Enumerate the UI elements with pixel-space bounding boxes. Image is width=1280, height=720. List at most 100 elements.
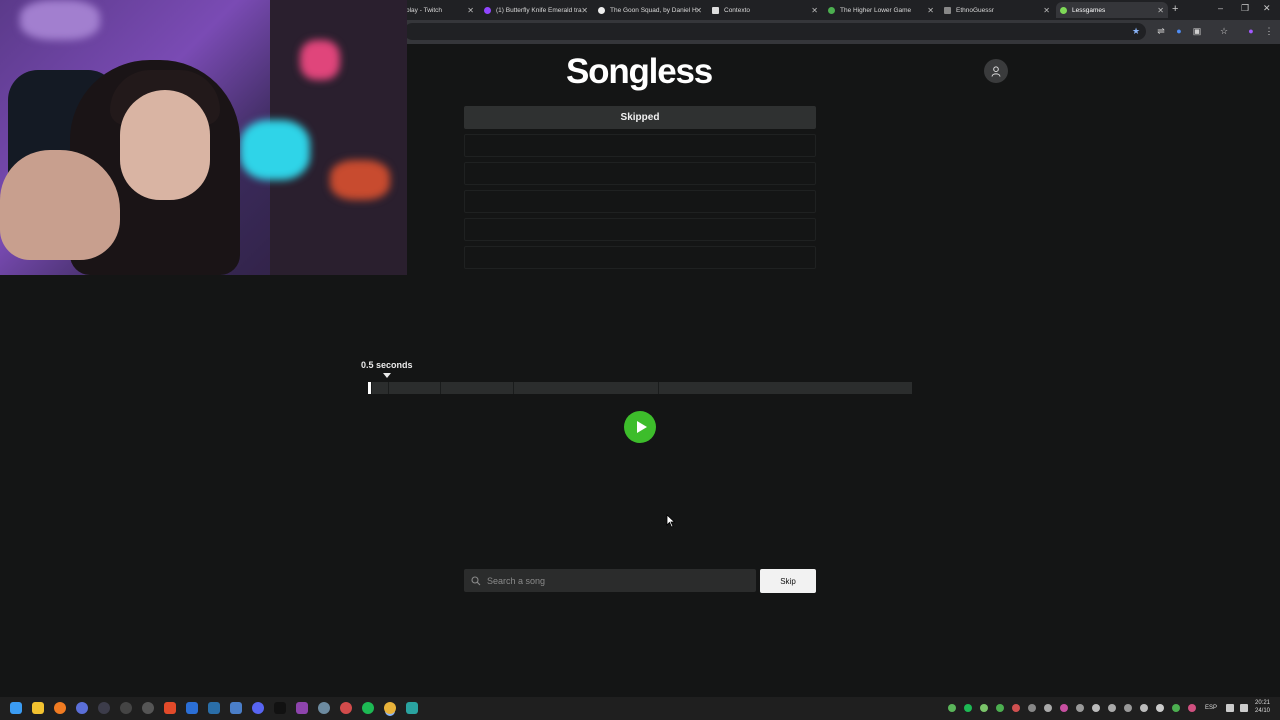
guess-row	[464, 218, 816, 241]
guess-row: Skipped	[464, 106, 816, 129]
reading-list-icon[interactable]: ☆	[1219, 26, 1229, 36]
twitch-favicon-icon	[484, 6, 491, 14]
clock-date[interactable]: 24/10	[1255, 708, 1270, 714]
ethnoguessr-favicon-icon	[944, 6, 951, 14]
tab-close-icon[interactable]: ✕	[695, 6, 702, 15]
tab-title: Contexto	[724, 6, 751, 14]
profile-avatar-icon[interactable]: ●	[1246, 26, 1256, 36]
tray-icon[interactable]	[1108, 704, 1116, 712]
tab-title: Lessgames	[1072, 6, 1106, 14]
mouse-cursor-icon	[666, 514, 676, 528]
play-button[interactable]	[624, 411, 656, 443]
app-icon[interactable]	[186, 702, 198, 714]
app-icon[interactable]	[296, 702, 308, 714]
media-icon[interactable]: ⇌	[1156, 26, 1166, 36]
app-icon[interactable]	[164, 702, 176, 714]
book-favicon-icon	[598, 6, 605, 14]
user-icon	[991, 65, 1001, 77]
tray-icon[interactable]	[1044, 704, 1052, 712]
volume-icon[interactable]	[1240, 704, 1248, 712]
search-taskbar-icon[interactable]	[54, 702, 66, 714]
url-input[interactable]	[404, 23, 1146, 40]
lessgames-favicon-icon	[1060, 6, 1067, 14]
tab-close-icon[interactable]: ✕	[1157, 6, 1164, 15]
tab-goon-squad[interactable]: The Goon Squad, by Daniel H ✕	[594, 2, 706, 18]
language-indicator[interactable]: ESP	[1205, 705, 1217, 711]
tab-higher-lower[interactable]: The Higher Lower Game ✕	[824, 2, 938, 18]
tab-butterfly-knife[interactable]: (1) Butterfly Knife Emerald tra ✕	[480, 2, 592, 18]
tray-icon[interactable]	[980, 704, 988, 712]
tray-icon[interactable]	[996, 704, 1004, 712]
network-icon[interactable]	[1226, 704, 1234, 712]
steam-icon[interactable]	[208, 702, 220, 714]
tray-icon[interactable]	[1156, 704, 1164, 712]
close-window-button[interactable]: ✕	[1263, 3, 1271, 14]
tray-icon[interactable]	[1076, 704, 1084, 712]
discord-icon[interactable]	[252, 702, 264, 714]
tab-twitch[interactable]: play - Twitch ✕	[402, 2, 478, 18]
tab-close-icon[interactable]: ✕	[811, 6, 818, 15]
tab-close-icon[interactable]: ✕	[467, 6, 474, 15]
tray-icon[interactable]	[1092, 704, 1100, 712]
tab-close-icon[interactable]: ✕	[581, 6, 588, 15]
clock-time[interactable]: 20:21	[1255, 700, 1270, 706]
tab-title: EthnoGuessr	[956, 6, 994, 14]
tiktok-icon[interactable]	[274, 702, 286, 714]
tray-icon[interactable]	[1140, 704, 1148, 712]
minimize-button[interactable]: –	[1218, 3, 1223, 13]
menu-kebab-icon[interactable]: ⋮	[1264, 26, 1274, 36]
contexto-favicon-icon	[712, 6, 719, 14]
account-button[interactable]	[984, 59, 1008, 83]
app-icon[interactable]	[318, 702, 330, 714]
app-icon[interactable]	[340, 702, 352, 714]
restore-button[interactable]: ❐	[1241, 3, 1249, 14]
tray-icon[interactable]	[1172, 704, 1180, 712]
spotify-icon[interactable]	[362, 702, 374, 714]
app-icon[interactable]	[230, 702, 242, 714]
tab-close-icon[interactable]: ✕	[927, 6, 934, 15]
microphone-icon[interactable]	[1188, 704, 1196, 712]
tray-icon[interactable]	[1028, 704, 1036, 712]
tab-lessgames[interactable]: Lessgames ✕	[1056, 2, 1168, 18]
app-icon[interactable]	[120, 702, 132, 714]
skip-button[interactable]: Skip	[760, 569, 816, 593]
tab-contexto[interactable]: Contexto ✕	[708, 2, 822, 18]
guess-row	[464, 246, 816, 269]
tray-icon[interactable]	[1124, 704, 1132, 712]
higher-lower-favicon-icon	[828, 6, 835, 14]
search-icon	[471, 575, 481, 585]
vpn-icon[interactable]	[76, 702, 88, 714]
tab-ethnoguessr[interactable]: EthnoGuessr ✕	[940, 2, 1054, 18]
tab-title: (1) Butterfly Knife Emerald tra	[496, 6, 582, 14]
extension-icon[interactable]: ●	[1174, 26, 1184, 36]
duration-marker-icon	[383, 373, 391, 378]
bookmark-star-icon[interactable]: ★	[1131, 26, 1141, 36]
tray-icon[interactable]	[1060, 704, 1068, 712]
start-windows-icon[interactable]	[10, 702, 22, 714]
tray-spotify-icon[interactable]	[964, 704, 972, 712]
clip-progress-bar	[368, 382, 912, 394]
guess-row	[464, 134, 816, 157]
app-icon[interactable]	[98, 702, 110, 714]
clip-duration-label: 0.5 seconds	[361, 360, 413, 370]
taskbar: ESP 20:21 24/10	[0, 697, 1280, 720]
search-input[interactable]	[487, 575, 737, 586]
tab-title: The Goon Squad, by Daniel H	[610, 6, 697, 14]
tab-title: The Higher Lower Game	[840, 6, 912, 14]
play-icon	[636, 421, 647, 433]
guess-row	[464, 162, 816, 185]
guess-row	[464, 190, 816, 213]
tab-title: play - Twitch	[406, 6, 443, 14]
song-search	[464, 569, 756, 592]
tray-icon[interactable]	[948, 704, 956, 712]
new-tab-button[interactable]: +	[1172, 3, 1178, 15]
notepad-icon[interactable]	[406, 702, 418, 714]
songless-logo[interactable]: Songless	[566, 52, 726, 92]
chrome-icon[interactable]	[384, 702, 396, 714]
app-icon[interactable]	[142, 702, 154, 714]
webcam-overlay	[0, 0, 407, 275]
file-explorer-icon[interactable]	[32, 702, 44, 714]
tab-close-icon[interactable]: ✕	[1043, 6, 1050, 15]
tray-icon[interactable]	[1012, 704, 1020, 712]
extensions-puzzle-icon[interactable]: ▣	[1192, 26, 1202, 36]
